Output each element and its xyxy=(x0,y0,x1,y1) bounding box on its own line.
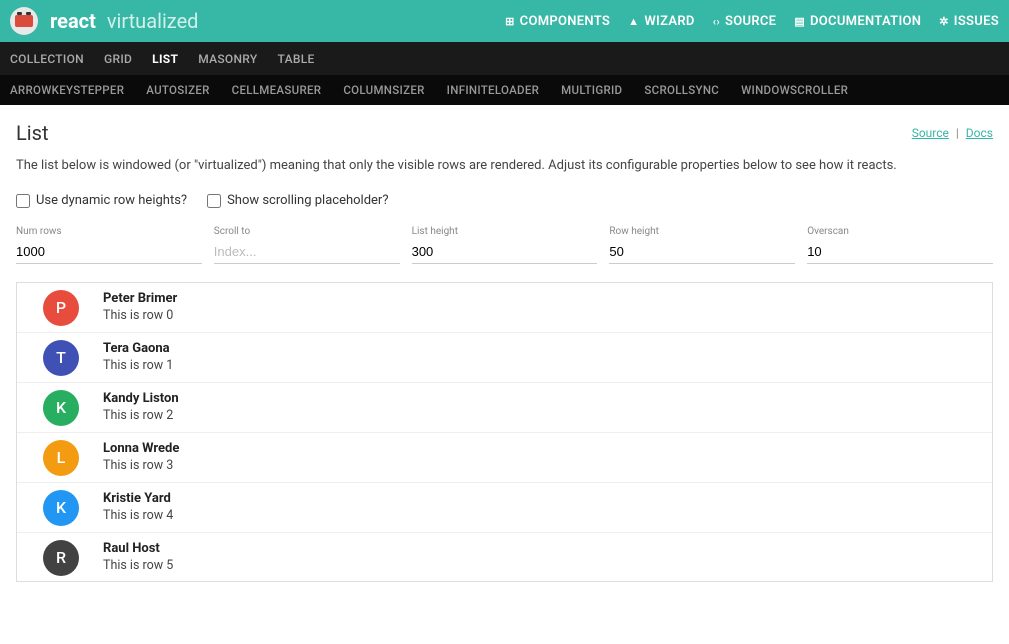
row-name: Raul Host xyxy=(103,541,173,558)
source-icon: ‹› xyxy=(713,15,720,28)
nav-wizard[interactable]: ▲ WIZARD xyxy=(628,14,695,29)
scrolling-placeholder-label: Show scrolling placeholder? xyxy=(227,193,388,208)
list-row[interactable]: P Peter BrimerThis is row 0 xyxy=(17,283,992,333)
dynamic-row-heights-check[interactable]: Use dynamic row heights? xyxy=(16,193,187,208)
scrolling-placeholder-checkbox[interactable] xyxy=(207,194,221,208)
row-subtitle: This is row 5 xyxy=(103,558,173,574)
row-subtitle: This is row 3 xyxy=(103,458,179,474)
issues-icon: ✲ xyxy=(939,15,949,28)
avatar: K xyxy=(43,490,79,526)
row-subtitle: This is row 4 xyxy=(103,508,173,524)
dynamic-row-heights-checkbox[interactable] xyxy=(16,194,30,208)
row-height-label: Row height xyxy=(609,226,795,237)
tab-cellmeasurer[interactable]: CELLMEASURER xyxy=(232,83,322,97)
nav-documentation[interactable]: ▤ DOCUMENTATION xyxy=(794,14,921,29)
tab-table[interactable]: TABLE xyxy=(278,52,315,66)
scroll-to-group: Scroll to xyxy=(214,226,400,264)
row-text: Kandy ListonThis is row 2 xyxy=(103,391,179,424)
source-link[interactable]: Source xyxy=(912,126,949,140)
scroll-to-input[interactable] xyxy=(214,240,400,264)
tab-grid[interactable]: GRID xyxy=(104,52,132,66)
row-name: Tera Gaona xyxy=(103,341,173,358)
checkbox-row: Use dynamic row heights? Show scrolling … xyxy=(16,193,993,208)
page-description: The list below is windowed (or "virtuali… xyxy=(16,157,993,175)
row-name: Lonna Wrede xyxy=(103,441,179,458)
row-subtitle: This is row 1 xyxy=(103,358,173,374)
list-row[interactable]: T Tera GaonaThis is row 1 xyxy=(17,333,992,383)
avatar: L xyxy=(43,440,79,476)
row-subtitle: This is row 2 xyxy=(103,408,179,424)
component-type-nav: COLLECTION GRID LIST MASONRY TABLE xyxy=(0,42,1009,75)
app-header: react virtualized ⊞ COMPONENTS ▲ WIZARD ‹› SO… xyxy=(0,0,1009,42)
list-row[interactable]: K Kandy ListonThis is row 2 xyxy=(17,383,992,433)
overscan-label: Overscan xyxy=(807,226,993,237)
row-name: Kristie Yard xyxy=(103,491,173,508)
main-content: List Source | Docs The list below is win… xyxy=(0,105,1009,598)
nav-source[interactable]: ‹› SOURCE xyxy=(713,14,777,29)
row-text: Lonna WredeThis is row 3 xyxy=(103,441,179,474)
tab-infiniteloader[interactable]: INFINITELOADER xyxy=(447,83,540,97)
page-title: List xyxy=(16,121,49,145)
list-row[interactable]: K Kristie YardThis is row 4 xyxy=(17,483,992,533)
avatar: R xyxy=(43,540,79,576)
num-rows-input[interactable] xyxy=(16,240,202,264)
nav-label: WIZARD xyxy=(644,14,694,29)
docs-link[interactable]: Docs xyxy=(966,126,993,140)
nav-label: ISSUES xyxy=(954,14,999,29)
documentation-icon: ▤ xyxy=(794,15,805,28)
dynamic-row-heights-label: Use dynamic row heights? xyxy=(36,193,187,208)
row-text: Tera GaonaThis is row 1 xyxy=(103,341,173,374)
tab-columnsizer[interactable]: COLUMNSIZER xyxy=(343,83,424,97)
tab-autosizer[interactable]: AUTOSIZER xyxy=(146,83,209,97)
avatar: K xyxy=(43,390,79,426)
tab-windowscroller[interactable]: WINDOWSCROLLER xyxy=(741,83,848,97)
tab-masonry[interactable]: MASONRY xyxy=(198,52,257,66)
virtualized-list[interactable]: PPeter BrimerThis is row 0TTera GaonaThi… xyxy=(16,282,993,582)
tab-scrollsync[interactable]: SCROLLSYNC xyxy=(644,83,719,97)
tab-arrowkeystepper[interactable]: ARROWKEYSTEPPER xyxy=(10,83,124,97)
row-text: Kristie YardThis is row 4 xyxy=(103,491,173,524)
avatar: P xyxy=(43,290,79,326)
num-rows-group: Num rows xyxy=(16,226,202,264)
row-name: Peter Brimer xyxy=(103,291,177,308)
tab-multigrid[interactable]: MULTIGRID xyxy=(561,83,622,97)
row-height-group: Row height xyxy=(609,226,795,264)
row-subtitle: This is row 0 xyxy=(103,308,177,324)
brand-sub: virtualized xyxy=(107,9,199,33)
nav-label: SOURCE xyxy=(725,14,776,29)
row-text: Raul HostThis is row 5 xyxy=(103,541,173,574)
brand-name: react xyxy=(50,9,96,33)
avatar: T xyxy=(43,340,79,376)
link-separator: | xyxy=(956,126,959,140)
page-header: List Source | Docs xyxy=(16,121,993,145)
list-height-label: List height xyxy=(412,226,598,237)
wizard-icon: ▲ xyxy=(628,15,639,28)
top-nav: ⊞ COMPONENTS ▲ WIZARD ‹› SOURCE ▤ DOCUMENTATION… xyxy=(505,14,999,29)
row-name: Kandy Liston xyxy=(103,391,179,408)
num-rows-label: Num rows xyxy=(16,226,202,237)
list-row[interactable]: R Raul HostThis is row 5 xyxy=(17,533,992,582)
nav-label: DOCUMENTATION xyxy=(810,14,921,29)
brand: react virtualized xyxy=(50,9,198,33)
tab-collection[interactable]: COLLECTION xyxy=(10,52,84,66)
nav-components[interactable]: ⊞ COMPONENTS xyxy=(505,14,610,29)
list-height-group: List height xyxy=(412,226,598,264)
page-links: Source | Docs xyxy=(912,126,993,140)
scroll-to-label: Scroll to xyxy=(214,226,400,237)
overscan-input[interactable] xyxy=(807,240,993,264)
logo xyxy=(10,7,38,35)
row-text: Peter BrimerThis is row 0 xyxy=(103,291,177,324)
list-row[interactable]: L Lonna WredeThis is row 3 xyxy=(17,433,992,483)
tab-list[interactable]: LIST xyxy=(152,52,178,66)
scrolling-placeholder-check[interactable]: Show scrolling placeholder? xyxy=(207,193,388,208)
nav-issues[interactable]: ✲ ISSUES xyxy=(939,14,999,29)
row-height-input[interactable] xyxy=(609,240,795,264)
overscan-group: Overscan xyxy=(807,226,993,264)
grid-icon: ⊞ xyxy=(505,15,515,28)
config-inputs: Num rows Scroll to List height Row heigh… xyxy=(16,226,993,264)
list-height-input[interactable] xyxy=(412,240,598,264)
hoc-nav: ARROWKEYSTEPPER AUTOSIZER CELLMEASURER COLU… xyxy=(0,75,1009,105)
nav-label: COMPONENTS xyxy=(520,14,611,29)
